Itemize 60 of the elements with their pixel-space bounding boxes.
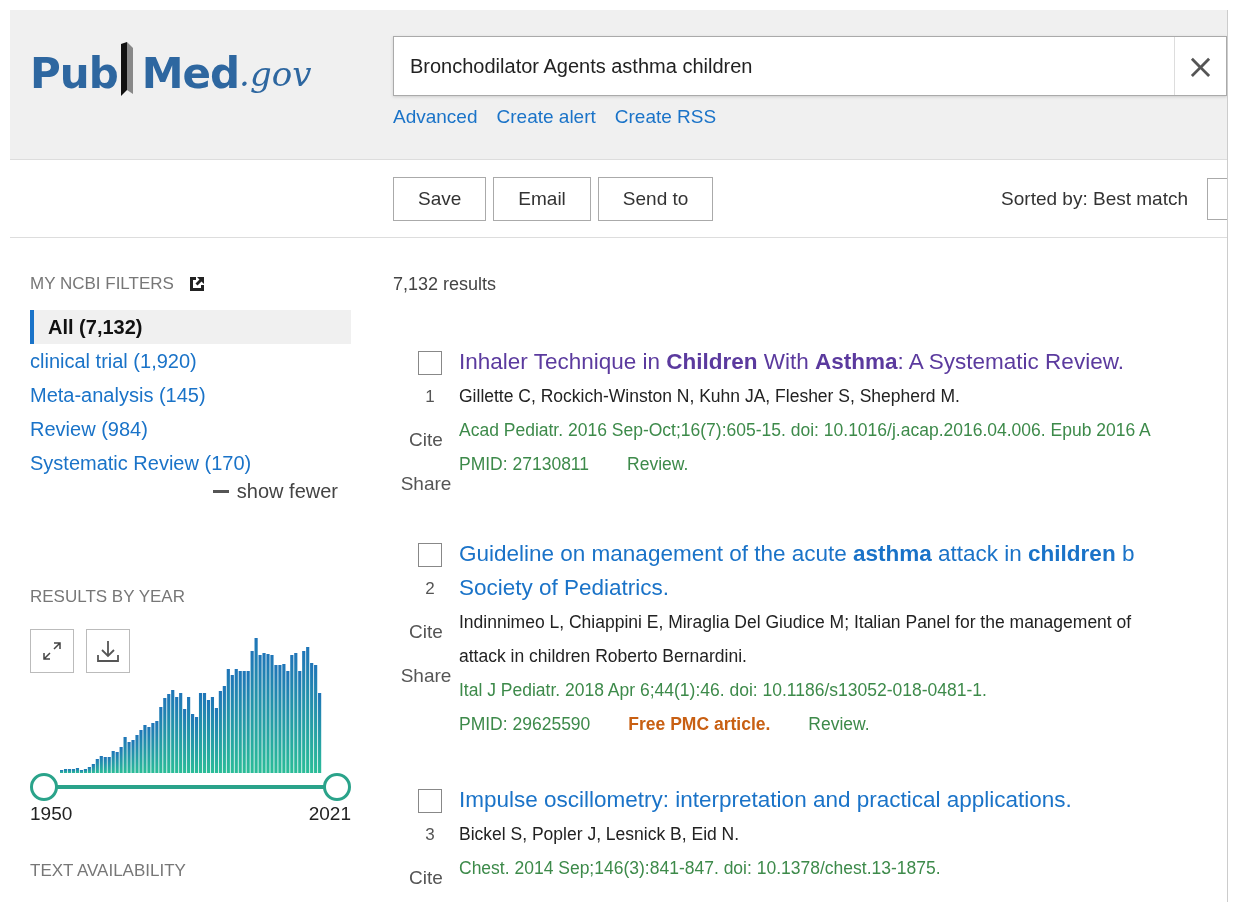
result-checkbox[interactable] [418, 351, 442, 375]
section-heading: RESULTS BY YEAR [30, 587, 186, 607]
sort-label: Sorted by: Best match [1001, 187, 1188, 210]
article-type: Review. [627, 453, 689, 476]
logo-text: Med [141, 49, 240, 98]
filter-item[interactable]: Review (984) [30, 412, 351, 446]
download-icon[interactable] [86, 629, 130, 673]
result-number: 1 [425, 387, 435, 407]
pmid-text: PMID: 29625590 [459, 713, 591, 736]
result-checkbox[interactable] [418, 789, 442, 813]
section-heading: MY NCBI FILTERS [30, 274, 174, 294]
search-link[interactable]: Create RSS [614, 106, 717, 128]
clear-button[interactable]: × [1174, 37, 1226, 95]
share-link[interactable]: Share [400, 473, 452, 495]
search-link[interactable]: Advanced [393, 106, 478, 128]
cite-link[interactable]: Cite [409, 429, 443, 451]
slider-handle[interactable] [323, 773, 351, 801]
filter-item[interactable]: Systematic Review (170) [30, 446, 351, 480]
toolbar-button[interactable]: Send to [597, 176, 714, 221]
logo-domain: .gov [239, 54, 312, 94]
result-title-link[interactable]: Guideline on management of the acute asthma attack in children b [459, 537, 1227, 571]
minus-icon [212, 490, 229, 493]
pubmed-logo[interactable]: Pub Med.gov [30, 38, 393, 98]
year-label: 2021 [308, 803, 351, 825]
article-type: Review. [808, 713, 870, 736]
result-citation: Ital J Pediatr. 2018 Apr 6;44(1):46. doi: 10.1186/s13052-018-0481-1. [459, 679, 988, 702]
filter-item[interactable]: clinical trial (1,920) [30, 344, 351, 378]
result-authors: attack in children Roberto Bernardini. [459, 645, 748, 668]
result-citation: Chest. 2014 Sep;146(3):841-847. doi: 10.1378/chest.13-1875. [459, 857, 942, 880]
result-title-link[interactable]: Society of Pediatrics. [459, 571, 1227, 605]
section-heading: TEXT AVAILABILITY [30, 861, 187, 881]
year-range-slider[interactable] [30, 773, 351, 801]
logo-text: Pub [30, 49, 118, 98]
search-link[interactable]: Create alert [496, 106, 596, 128]
pmid-text: PMID: 27130811 [459, 453, 590, 476]
result-number: 2 [425, 579, 435, 599]
result-checkbox[interactable] [418, 543, 442, 567]
filter-item[interactable]: Meta-analysis (145) [30, 378, 351, 412]
sort-dropdown[interactable] [1207, 177, 1227, 220]
cite-link[interactable]: Cite [409, 621, 443, 643]
result-title-link[interactable]: Inhaler Technique in Children With Asthma: A Systematic Review. [459, 345, 1227, 379]
show-fewer-link[interactable]: show fewer [236, 480, 338, 503]
external-link-icon[interactable] [187, 275, 206, 293]
toolbar-button[interactable]: Email [493, 176, 591, 221]
result-authors: Gillette C, Rockich-Winston N, Kuhn JA, Flesher S, Shepherd M. [459, 385, 961, 408]
result-title-link[interactable]: Impulse oscillometry: interpretation and practical applications. [459, 783, 1227, 817]
toolbar-button[interactable]: Save [393, 176, 487, 221]
share-link[interactable]: Share [400, 665, 452, 687]
search-field[interactable]: Bronchodilator Agents asthma children × [393, 36, 1227, 96]
result-authors: Indinnimeo L, Chiappini E, Miraglia Del Giudice M; Italian Panel for the management of [459, 611, 1133, 634]
result-authors: Bickel S, Popler J, Lesnick B, Eid N. [459, 823, 741, 846]
free-article-link[interactable]: Free PMC article. [628, 707, 771, 741]
result-number: 3 [425, 825, 435, 845]
expand-icon[interactable] [30, 629, 74, 673]
result-citation: Acad Pediatr. 2016 Sep-Oct;16(7):605-15. doi: 10.1016/j.acap.2016.04.006. Epub 2016 A [459, 419, 1152, 442]
year-label: 1950 [30, 803, 73, 825]
filter-item[interactable]: All (7,132) [30, 310, 351, 344]
slider-handle[interactable] [30, 773, 58, 801]
cite-link[interactable]: Cite [409, 867, 443, 889]
results-count: 7,132 results [393, 274, 498, 295]
